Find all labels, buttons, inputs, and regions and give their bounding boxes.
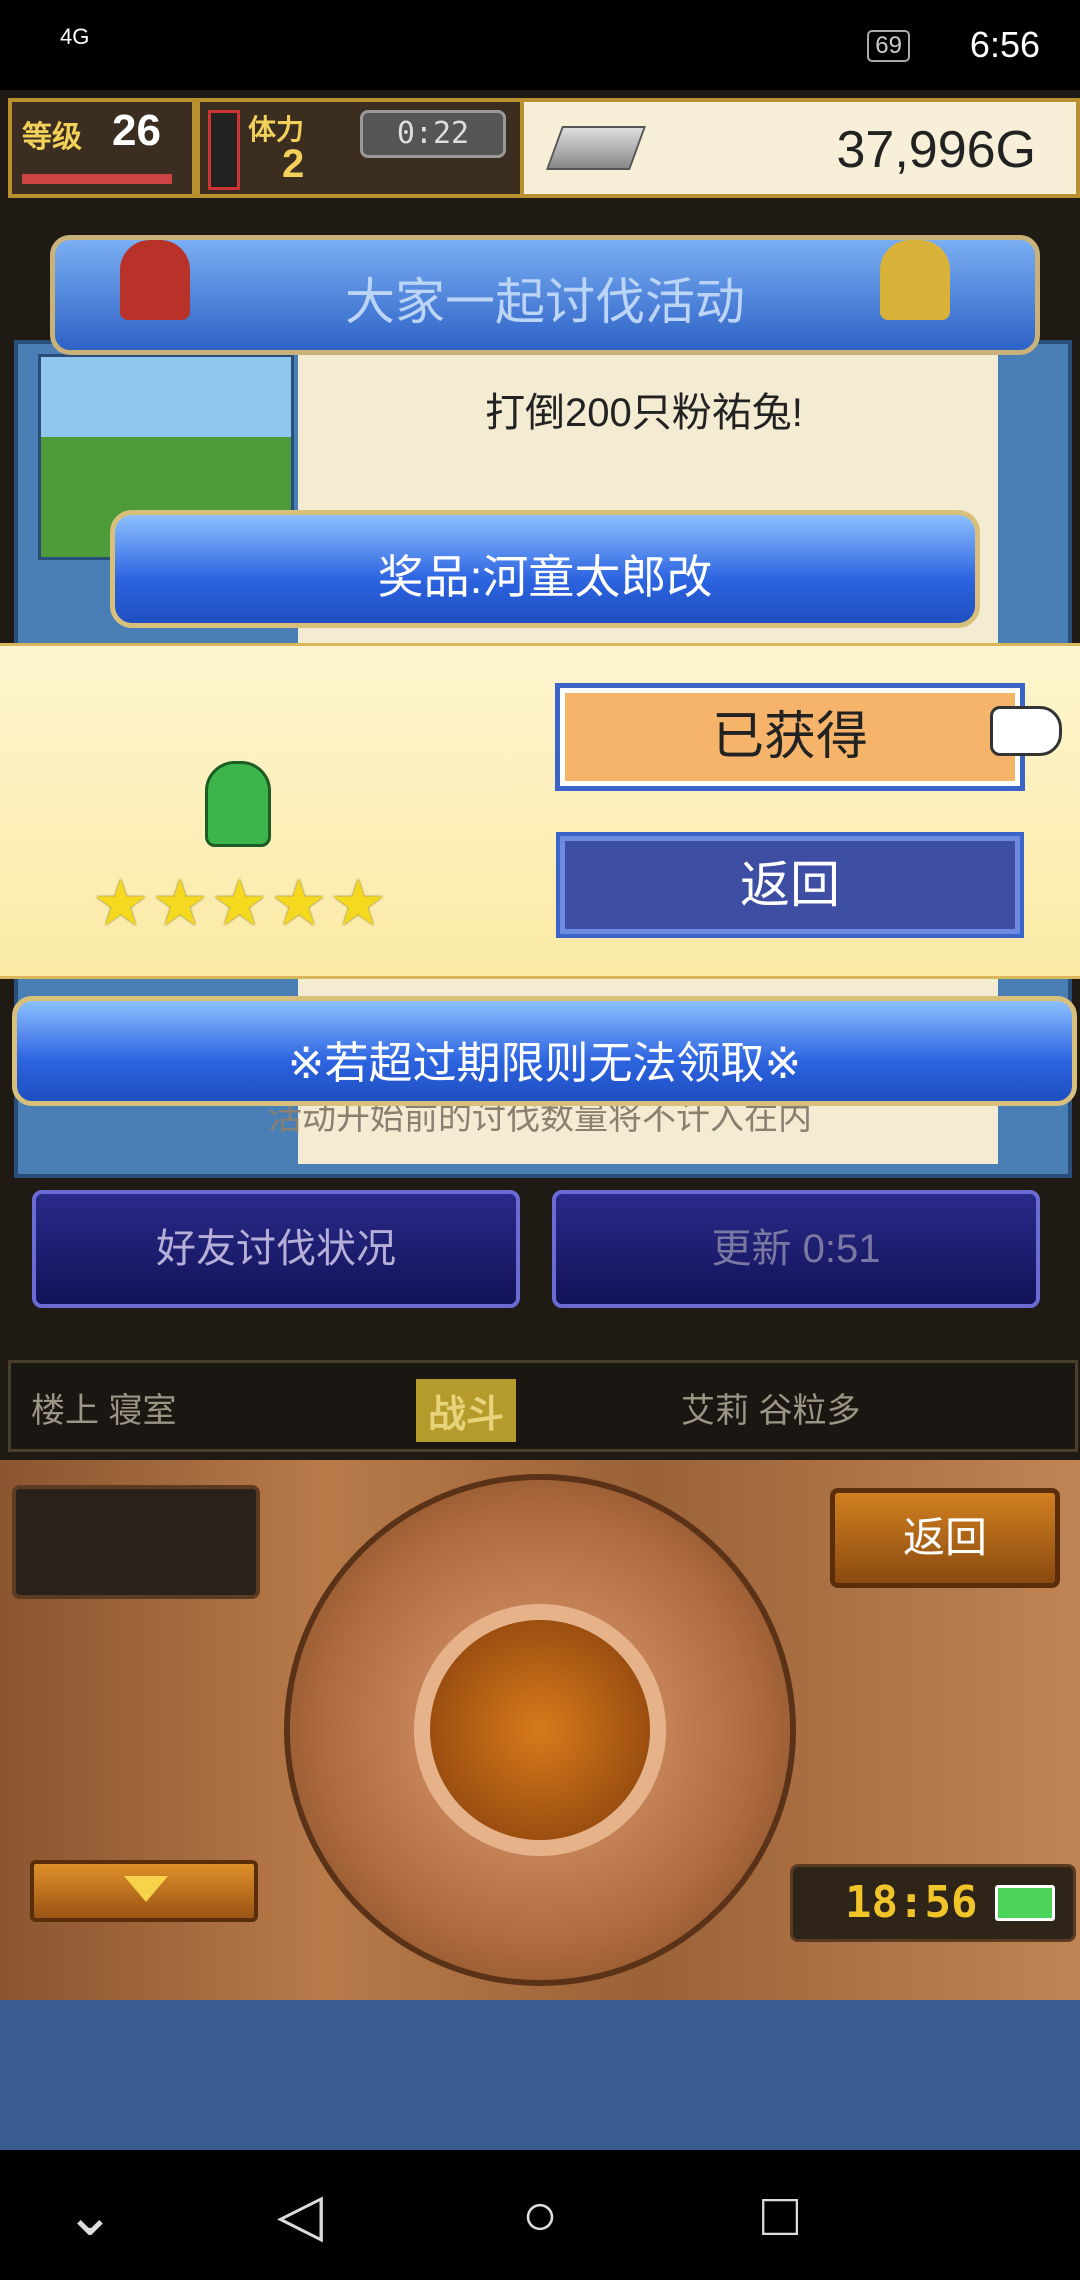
game-area: 等级 26 体力 2 0:22 37,996G 打倒200只粉祐兔! 活动开始前…: [0, 90, 1080, 2000]
rating-stars: ★★★★★: [92, 867, 389, 939]
hide-keyboard-icon[interactable]: ⌄: [50, 2180, 130, 2250]
stamina-gauge: [208, 110, 240, 190]
controller-panel: 返回 18:56: [0, 1460, 1080, 2000]
location-bar: 楼上 寝室 战斗 艾莉 谷粒多: [8, 1360, 1078, 1452]
kappa-character-icon: [205, 761, 271, 847]
recents-icon[interactable]: □: [740, 2180, 820, 2250]
prize-banner: 奖品:河童太郎改: [110, 510, 980, 628]
gold-value: 37,996G: [836, 121, 1037, 179]
bottom-strip: [0, 2000, 1080, 2150]
level-display: 等级 26: [8, 98, 196, 198]
navigation-bar: ⌄ ◁ ○ □: [0, 2150, 1080, 2280]
stamina-timer: 0:22: [360, 110, 506, 158]
game-clock: 18:56: [790, 1864, 1076, 1942]
event-task-title: 打倒200只粉祐兔!: [485, 391, 803, 435]
stamina-display: 体力 2 0:22: [196, 98, 524, 198]
dpad-center-button[interactable]: [430, 1620, 650, 1840]
battle-mode-label: 战斗: [416, 1379, 517, 1442]
level-value: 26: [112, 106, 161, 155]
level-label: 等级: [22, 121, 82, 154]
knight-character-icon: [880, 240, 950, 320]
dpad[interactable]: [290, 1480, 790, 1980]
pointer-hand-icon: [990, 706, 1062, 756]
mini-screen: [12, 1485, 260, 1599]
signal-icon: 4G: [60, 24, 90, 49]
obtained-button[interactable]: 已获得: [555, 683, 1025, 791]
gold-display: 37,996G: [520, 98, 1080, 198]
battery-icon: [995, 1885, 1055, 1921]
dialog-back-button[interactable]: 返回: [556, 832, 1024, 938]
pirate-character-icon: [120, 240, 190, 320]
home-icon[interactable]: ○: [500, 2180, 580, 2250]
back-icon[interactable]: ◁: [260, 2180, 340, 2250]
prize-title: 奖品:河童太郎改: [377, 551, 713, 603]
clock-time: 6:56: [969, 24, 1040, 65]
location-name: 楼上 寝室: [31, 1392, 177, 1430]
refresh-button[interactable]: 更新 0:51: [552, 1190, 1040, 1308]
exp-bar: [22, 174, 172, 184]
status-bar: 4G 69 6:56: [0, 0, 1080, 90]
down-arrow-icon: [124, 1876, 168, 1902]
prize-dialog: ★★★★★ 已获得 返回: [0, 643, 1080, 979]
game-clock-time: 18:56: [845, 1877, 978, 1928]
battery-icon: 69: [867, 30, 910, 62]
party-names: 艾莉 谷粒多: [681, 1392, 861, 1430]
expiry-banner: ※若超过期限则无法领取※: [12, 996, 1077, 1106]
expiry-text: ※若超过期限则无法领取※: [287, 1039, 802, 1088]
controller-back-button[interactable]: 返回: [830, 1488, 1060, 1588]
friend-status-button[interactable]: 好友讨伐状况: [32, 1190, 520, 1308]
down-button[interactable]: [30, 1860, 258, 1922]
gold-ingot-icon: [545, 126, 647, 170]
stamina-value: 2: [282, 142, 305, 186]
